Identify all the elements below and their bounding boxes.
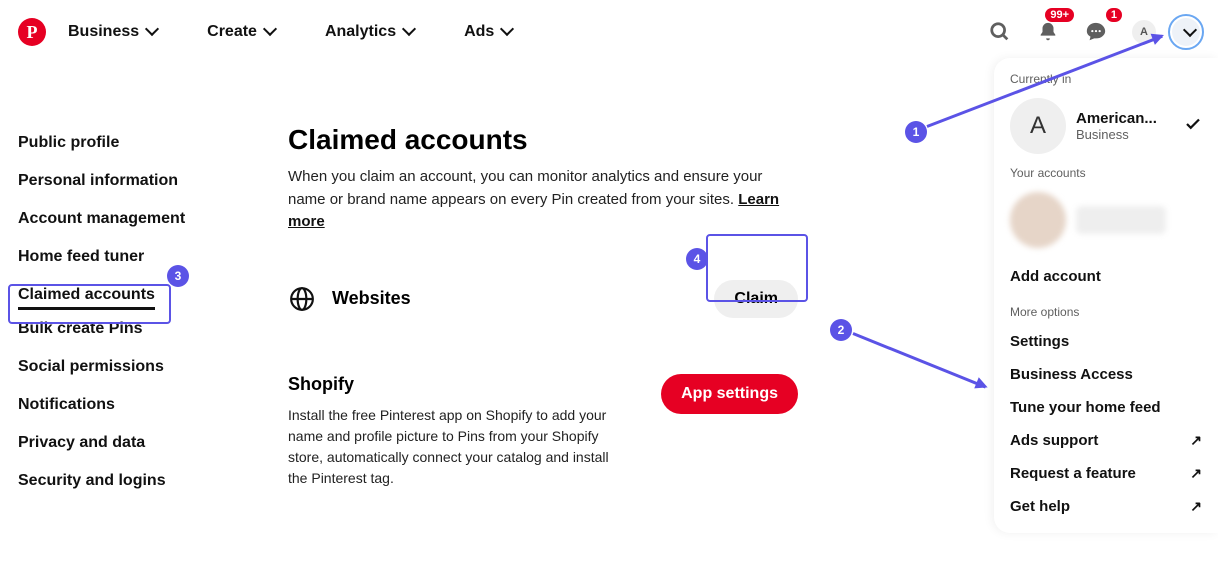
chevron-down-icon bbox=[502, 27, 512, 37]
current-account-type: Business bbox=[1076, 127, 1157, 142]
dropdown-request-feature[interactable]: Request a feature ↗ bbox=[1006, 457, 1206, 490]
more-options-label: More options bbox=[1006, 305, 1206, 319]
annotation-marker-1: 1 bbox=[905, 121, 927, 143]
dropdown-item-label: Request a feature bbox=[1010, 465, 1136, 482]
chat-icon bbox=[1085, 21, 1107, 43]
dropdown-settings[interactable]: Settings bbox=[1006, 325, 1206, 358]
dropdown-item-label: Get help bbox=[1010, 498, 1070, 515]
sidebar-item-privacy-and-data[interactable]: Privacy and data bbox=[18, 424, 145, 462]
add-account-item[interactable]: Add account bbox=[1006, 260, 1206, 293]
page-description: When you claim an account, you can monit… bbox=[288, 166, 798, 234]
search-button[interactable] bbox=[980, 12, 1020, 52]
dropdown-tune-home-feed[interactable]: Tune your home feed bbox=[1006, 391, 1206, 424]
nav-business[interactable]: Business bbox=[58, 13, 167, 51]
other-account-row[interactable] bbox=[1006, 186, 1206, 260]
check-icon bbox=[1184, 115, 1202, 138]
chevron-down-icon bbox=[265, 27, 275, 37]
sidebar-item-account-management[interactable]: Account management bbox=[18, 200, 185, 238]
dropdown-item-label: Tune your home feed bbox=[1010, 399, 1161, 416]
notif-badge: 99+ bbox=[1045, 8, 1074, 22]
chevron-down-icon bbox=[1185, 27, 1195, 37]
dropdown-item-label: Settings bbox=[1010, 333, 1069, 350]
account-dropdown: Currently in A American... Business Your… bbox=[994, 58, 1218, 533]
current-account-row[interactable]: A American... Business bbox=[1006, 92, 1206, 166]
pinterest-logo[interactable]: P bbox=[18, 18, 46, 46]
annotation-marker-3: 3 bbox=[167, 265, 189, 287]
annotation-frame-3 bbox=[8, 284, 171, 324]
annotation-marker-4: 4 bbox=[686, 248, 708, 270]
account-menu-toggle[interactable] bbox=[1172, 18, 1200, 46]
sidebar-item-security-and-logins[interactable]: Security and logins bbox=[18, 462, 166, 500]
sidebar-item-social-permissions[interactable]: Social permissions bbox=[18, 348, 164, 386]
shopify-row: Shopify Install the free Pinterest app o… bbox=[288, 374, 798, 489]
messages-button[interactable]: 1 bbox=[1076, 12, 1116, 52]
nav-analytics-label: Analytics bbox=[325, 23, 396, 41]
dropdown-item-label: Business Access bbox=[1010, 366, 1133, 383]
nav-create[interactable]: Create bbox=[197, 13, 285, 51]
blurred-avatar bbox=[1010, 192, 1066, 248]
add-account-label: Add account bbox=[1010, 268, 1101, 285]
nav-ads[interactable]: Ads bbox=[454, 13, 522, 51]
external-link-icon: ↗ bbox=[1190, 498, 1202, 515]
blurred-name bbox=[1076, 206, 1166, 234]
your-accounts-label: Your accounts bbox=[1006, 166, 1206, 180]
annotation-marker-2: 2 bbox=[830, 319, 852, 341]
globe-icon bbox=[288, 285, 316, 313]
dropdown-item-label: Ads support bbox=[1010, 432, 1098, 449]
annotation-frame-4 bbox=[706, 234, 808, 302]
chevron-down-icon bbox=[147, 27, 157, 37]
current-account-name: American... bbox=[1076, 110, 1157, 127]
bell-icon bbox=[1037, 21, 1059, 43]
search-icon bbox=[989, 21, 1011, 43]
msg-badge: 1 bbox=[1106, 8, 1122, 22]
nav-analytics[interactable]: Analytics bbox=[315, 13, 424, 51]
external-link-icon: ↗ bbox=[1190, 432, 1202, 449]
nav-business-label: Business bbox=[68, 23, 139, 41]
shopify-desc: Install the free Pinterest app on Shopif… bbox=[288, 405, 628, 489]
dropdown-ads-support[interactable]: Ads support ↗ bbox=[1006, 424, 1206, 457]
websites-label: Websites bbox=[332, 288, 411, 309]
external-link-icon: ↗ bbox=[1190, 465, 1202, 482]
nav-create-label: Create bbox=[207, 23, 257, 41]
dropdown-business-access[interactable]: Business Access bbox=[1006, 358, 1206, 391]
page-title: Claimed accounts bbox=[288, 124, 988, 156]
nav-ads-label: Ads bbox=[464, 23, 494, 41]
sidebar-item-public-profile[interactable]: Public profile bbox=[18, 124, 119, 162]
dropdown-get-help[interactable]: Get help ↗ bbox=[1006, 490, 1206, 523]
pinterest-logo-glyph: P bbox=[27, 22, 38, 43]
topbar: P Business Create Analytics Ads 99+ 1 A bbox=[0, 0, 1218, 64]
shopify-title: Shopify bbox=[288, 374, 628, 395]
sidebar-item-personal-information[interactable]: Personal information bbox=[18, 162, 178, 200]
page-description-text: When you claim an account, you can monit… bbox=[288, 168, 762, 208]
app-settings-button[interactable]: App settings bbox=[661, 374, 798, 414]
notifications-button[interactable]: 99+ bbox=[1028, 12, 1068, 52]
topbar-right: 99+ 1 A bbox=[980, 12, 1200, 52]
sidebar-item-home-feed-tuner[interactable]: Home feed tuner bbox=[18, 238, 144, 276]
sidebar-item-notifications[interactable]: Notifications bbox=[18, 386, 115, 424]
current-account-avatar: A bbox=[1010, 98, 1066, 154]
chevron-down-icon bbox=[404, 27, 414, 37]
